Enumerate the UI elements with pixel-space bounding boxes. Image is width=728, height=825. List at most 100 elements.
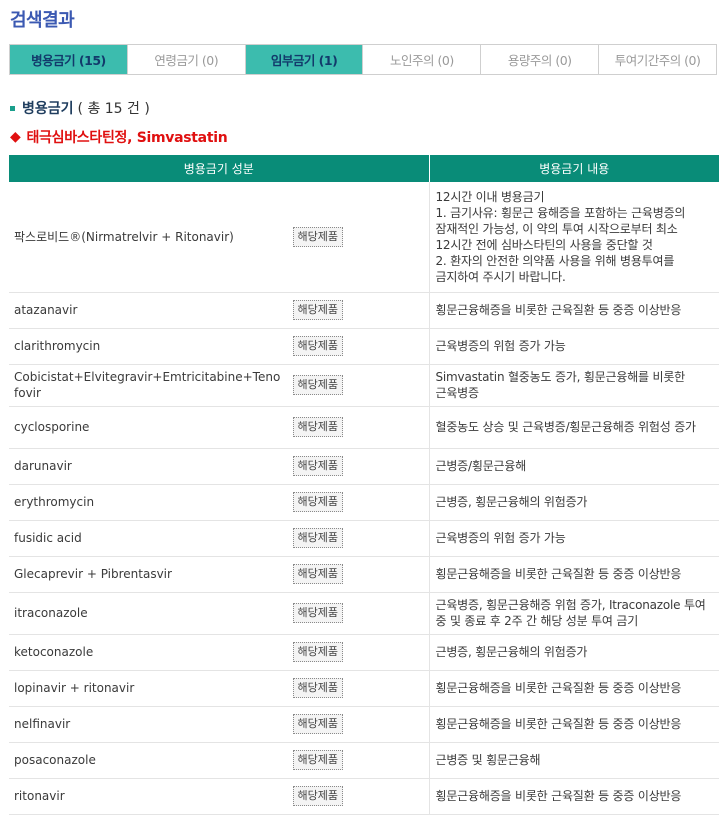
view-products-button[interactable]: 해당제품 <box>292 375 343 395</box>
table-body: 팍스로비드®(Nirmatrelvir + Ritonavir) 해당제품 12시간… <box>9 182 719 815</box>
view-products-button[interactable]: 해당제품 <box>292 564 343 584</box>
content-cell: 근육병증의 위험 증가 가능 <box>429 520 719 557</box>
content-line: 근병증, 횡문근융해의 위험증가 <box>435 645 588 659</box>
section-count: ( 총 15 건 ) <box>77 101 150 117</box>
content-line: 12시간 이내 병용금기 <box>435 189 545 204</box>
content-cell: 혈중농도 상승 및 근육병증/횡문근융해증 위험성 증가 <box>429 406 719 449</box>
product-button-cell: 해당제품 <box>287 670 430 707</box>
table-row: ketoconazole 해당제품 근병증, 횡문근융해의 위험증가 <box>9 634 719 671</box>
content-cell: 횡문근융해증을 비롯한 근육질환 등 중증 이상반응 <box>429 670 719 707</box>
tab-pregnancy-contraindication[interactable]: 임부금기 (1) <box>245 45 364 74</box>
content-cell: 12시간 이내 병용금기 1. 금기사유: 횡문근 융해증을 포함하는 근육병증의… <box>429 182 719 293</box>
content-line: 근병증, 횡문근융해의 위험증가 <box>435 495 588 509</box>
content-line: 근병증/횡문근융해 <box>435 459 527 473</box>
tab-combination-contraindication[interactable]: 병용금기 (15) <box>10 45 128 74</box>
table-row: cyclosporine 해당제품 혈중농도 상승 및 근육병증/횡문근융해증 위험… <box>9 406 719 449</box>
product-button-cell: 해당제품 <box>287 706 430 743</box>
table-row: atazanavir 해당제품 횡문근융해증을 비롯한 근육질환 등 중증 이상반응 <box>9 292 719 329</box>
product-button-cell: 해당제품 <box>287 592 430 635</box>
ingredient-cell: atazanavir <box>9 292 287 329</box>
tab-duration-caution[interactable]: 투여기간주의 (0) <box>599 45 716 74</box>
content-cell: 근병증, 횡문근융해의 위험증가 <box>429 484 719 521</box>
ingredient-cell: posaconazole <box>9 742 287 779</box>
drug-name: 태극심바스타틴정, Simvastatin <box>26 130 228 146</box>
table-row: lopinavir + ritonavir 해당제품 횡문근융해증을 비롯한 근육질… <box>9 670 719 707</box>
content-line: 근병증 및 횡문근융해 <box>435 753 541 767</box>
square-bullet-icon <box>10 105 15 111</box>
content-line: 근육병증, 횡문근융해증 위험 증가, Itraconazole 투여 중 및 … <box>435 598 706 628</box>
ingredient-cell: ritonavir <box>9 778 287 815</box>
content-line: 근육병증의 위험 증가 가능 <box>435 531 566 545</box>
table-row: fusidic acid 해당제품 근육병증의 위험 증가 가능 <box>9 520 719 557</box>
content-line: 근육병증의 위험 증가 가능 <box>435 339 566 353</box>
table-row: 팍스로비드®(Nirmatrelvir + Ritonavir) 해당제품 12시간… <box>9 182 719 293</box>
drug-heading: ◆ 태극심바스타틴정, Simvastatin <box>10 127 228 147</box>
product-button-cell: 해당제품 <box>287 778 430 815</box>
product-button-cell: 해당제품 <box>287 448 430 485</box>
section-heading: 병용금기 ( 총 15 건 ) <box>10 98 150 118</box>
table-row: erythromycin 해당제품 근병증, 횡문근융해의 위험증가 <box>9 484 719 521</box>
content-cell: 근육병증, 횡문근융해증 위험 증가, Itraconazole 투여 중 및 … <box>429 592 719 635</box>
section-title: 병용금기 <box>22 101 74 117</box>
product-button-cell: 해당제품 <box>287 182 430 293</box>
table-row: ritonavir 해당제품 횡문근융해증을 비롯한 근육질환 등 중증 이상반응 <box>9 778 719 815</box>
ingredient-cell: ketoconazole <box>9 634 287 671</box>
ingredient-cell: cyclosporine <box>9 406 287 449</box>
product-button-cell: 해당제품 <box>287 484 430 521</box>
ingredient-cell: fusidic acid <box>9 520 287 557</box>
interaction-table: 병용금기 성분 병용금기 내용 팍스로비드®(Nirmatrelvir + Ri… <box>9 155 719 815</box>
content-cell: 횡문근융해증을 비롯한 근육질환 등 중증 이상반응 <box>429 706 719 743</box>
view-products-button[interactable]: 해당제품 <box>292 226 343 247</box>
product-button-cell: 해당제품 <box>287 328 430 365</box>
view-products-button[interactable]: 해당제품 <box>292 750 343 770</box>
content-line: 횡문근융해증을 비롯한 근육질환 등 중증 이상반응 <box>435 303 682 317</box>
header-content: 병용금기 내용 <box>429 155 719 182</box>
ingredient-cell: clarithromycin <box>9 328 287 365</box>
ingredient-cell: Glecaprevir + Pibrentasvir <box>9 556 287 593</box>
product-button-cell: 해당제품 <box>287 406 430 449</box>
product-button-cell: 해당제품 <box>287 364 430 407</box>
content-cell: 근병증 및 횡문근융해 <box>429 742 719 779</box>
view-products-button[interactable]: 해당제품 <box>292 786 343 806</box>
view-products-button[interactable]: 해당제품 <box>292 642 343 662</box>
content-line: 횡문근융해증을 비롯한 근육질환 등 중증 이상반응 <box>435 717 682 731</box>
ingredient-cell: nelfinavir <box>9 706 287 743</box>
ingredient-cell: erythromycin <box>9 484 287 521</box>
table-row: posaconazole 해당제품 근병증 및 횡문근융해 <box>9 742 719 779</box>
product-button-cell: 해당제품 <box>287 292 430 329</box>
content-cell: Simvastatin 혈중농도 증가, 횡문근융해를 비롯한 근육병증 <box>429 364 719 407</box>
content-line: 횡문근융해증을 비롯한 근육질환 등 중증 이상반응 <box>435 681 682 695</box>
content-cell: 근육병증의 위험 증가 가능 <box>429 328 719 365</box>
view-products-button[interactable]: 해당제품 <box>292 417 343 437</box>
ingredient-cell: darunavir <box>9 448 287 485</box>
tab-age-contraindication[interactable]: 연령금기 (0) <box>127 45 246 74</box>
view-products-button[interactable]: 해당제품 <box>292 714 343 734</box>
content-cell: 횡문근융해증을 비롯한 근육질환 등 중증 이상반응 <box>429 778 719 815</box>
content-line: 2. 환자의 안전한 의약품 사용을 위해 병용투여를 금지하여 주시기 바랍니… <box>435 253 675 284</box>
content-cell: 횡문근융해증을 비롯한 근육질환 등 중증 이상반응 <box>429 556 719 593</box>
product-button-cell: 해당제품 <box>287 634 430 671</box>
view-products-button[interactable]: 해당제품 <box>292 456 343 476</box>
tab-dosage-caution[interactable]: 용량주의 (0) <box>481 45 600 74</box>
content-cell: 근병증/횡문근융해 <box>429 448 719 485</box>
tab-elderly-caution[interactable]: 노인주의 (0) <box>363 45 482 74</box>
ingredient-cell: lopinavir + ritonavir <box>9 670 287 707</box>
product-button-cell: 해당제품 <box>287 520 430 557</box>
table-row: itraconazole 해당제품 근육병증, 횡문근융해증 위험 증가, Itra… <box>9 592 719 635</box>
table-header-row: 병용금기 성분 병용금기 내용 <box>9 155 719 182</box>
diamond-icon: ◆ <box>10 129 21 145</box>
content-line: Simvastatin 혈중농도 증가, 횡문근융해를 비롯한 근육병증 <box>435 370 686 400</box>
product-button-cell: 해당제품 <box>287 556 430 593</box>
table-row: Cobicistat+Elvitegravir+Emtricitabine+Te… <box>9 364 719 407</box>
view-products-button[interactable]: 해당제품 <box>292 336 343 356</box>
header-ingredient: 병용금기 성분 <box>9 155 430 182</box>
category-tabs: 병용금기 (15) 연령금기 (0) 임부금기 (1) 노인주의 (0) 용량주… <box>9 44 717 75</box>
view-products-button[interactable]: 해당제품 <box>292 528 343 548</box>
content-line: 혈중농도 상승 및 근육병증/횡문근융해증 위험성 증가 <box>435 420 697 434</box>
view-products-button[interactable]: 해당제품 <box>292 492 343 512</box>
ingredient-cell: Cobicistat+Elvitegravir+Emtricitabine+Te… <box>9 364 287 407</box>
view-products-button[interactable]: 해당제품 <box>292 603 343 623</box>
table-row: darunavir 해당제품 근병증/횡문근융해 <box>9 448 719 485</box>
view-products-button[interactable]: 해당제품 <box>292 678 343 698</box>
view-products-button[interactable]: 해당제품 <box>292 300 343 320</box>
